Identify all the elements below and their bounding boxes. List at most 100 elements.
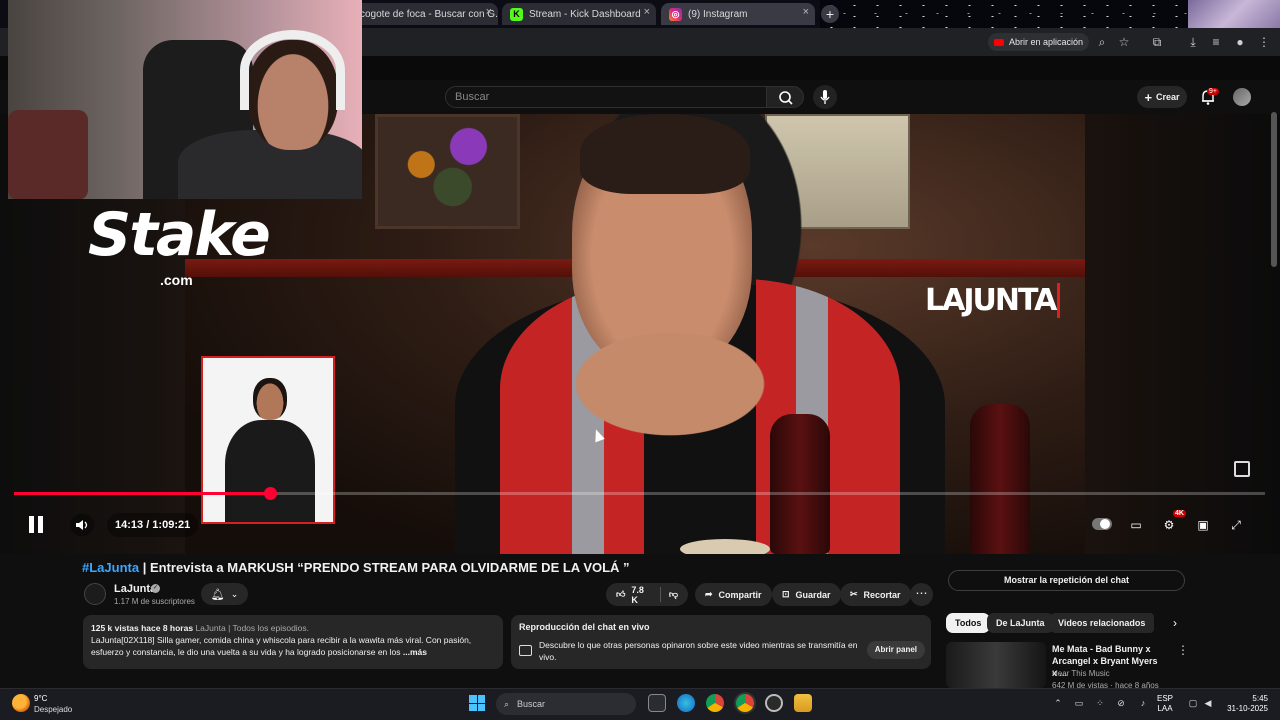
kick-icon: K xyxy=(510,7,523,21)
show-more-link[interactable]: ...más xyxy=(403,647,427,657)
input-language-indicator[interactable]: ESP LAA xyxy=(1157,694,1173,714)
browser-tab-instagram[interactable]: ◎ (9) Instagram × xyxy=(661,3,815,25)
weather-temperature[interactable]: 9°C xyxy=(34,694,47,703)
thumbs-down-icon[interactable]: 👎︎ xyxy=(669,589,678,600)
view-count-date: 125 k vistas hace 8 horas xyxy=(91,623,194,633)
search-input[interactable]: Buscar xyxy=(445,86,767,108)
close-icon[interactable]: × xyxy=(803,6,809,18)
display-icon[interactable]: ▢ xyxy=(1187,697,1199,709)
webcam-overlay xyxy=(8,0,362,199)
clock-time: 5:45 xyxy=(1252,694,1268,703)
like-dislike-group: 👍︎ 7.8 K 👎︎ xyxy=(606,583,688,606)
clip-button[interactable]: ✂ Recortar xyxy=(840,583,911,606)
save-label: Guardar xyxy=(795,589,831,600)
chat-replay-description: Descubre lo que otras personas opinaron … xyxy=(539,640,858,662)
video-person xyxy=(560,324,780,444)
pause-button[interactable] xyxy=(24,513,48,537)
channel-avatar[interactable] xyxy=(84,583,106,605)
share-button[interactable]: ➦ Compartir xyxy=(695,583,772,606)
pause-icon xyxy=(29,516,34,533)
menu-icon[interactable]: ⋮ xyxy=(1255,33,1273,51)
scissors-icon: ✂ xyxy=(850,589,858,599)
tray-app-icon[interactable]: ⊘ xyxy=(1115,697,1127,709)
extensions-icon[interactable]: ⧉ xyxy=(1148,33,1166,51)
edge-icon[interactable] xyxy=(677,694,695,712)
weather-description[interactable]: Despejado xyxy=(34,705,72,714)
chevron-right-icon[interactable]: › xyxy=(1166,614,1184,632)
bell-icon: 🔔︎ xyxy=(210,588,225,601)
tray-overflow-chevron-icon[interactable]: ⌃ xyxy=(1052,697,1064,709)
volume-icon[interactable]: ◀ xyxy=(1202,697,1214,709)
windows-logo-square xyxy=(477,695,485,703)
volume-button[interactable] xyxy=(70,514,94,536)
page-scrollbar[interactable] xyxy=(1271,112,1277,267)
pause-icon xyxy=(38,516,43,533)
description-hashtags[interactable]: LaJunta | Todos los episodios. xyxy=(195,623,309,633)
create-button[interactable]: + Crear xyxy=(1137,86,1187,108)
open-in-app-button[interactable]: Abrir en aplicación xyxy=(988,33,1090,51)
media-control-icon[interactable]: ≡ xyxy=(1207,33,1225,51)
video-background xyxy=(395,124,500,214)
profile-icon[interactable]: ● xyxy=(1231,33,1249,51)
chrome-profile-icon[interactable] xyxy=(736,694,754,712)
like-count[interactable]: 7.8 K xyxy=(631,585,648,605)
browser-tab-kick[interactable]: K Stream - Kick Dashboard × xyxy=(502,3,656,25)
chrome-icon[interactable] xyxy=(706,694,724,712)
related-video-menu-icon[interactable]: ⋮ xyxy=(1177,643,1189,657)
autoplay-toggle[interactable] xyxy=(1092,518,1112,530)
settings-gear-icon[interactable]: ⚙ xyxy=(1158,514,1180,536)
open-in-app-label: Abrir en aplicación xyxy=(1009,37,1084,47)
show-chat-replay-button[interactable]: Mostrar la repetición del chat xyxy=(948,570,1185,591)
chip-all[interactable]: Todos xyxy=(946,613,991,633)
stake-logo: Stake xyxy=(88,200,271,270)
new-tab-button[interactable]: + xyxy=(821,5,839,23)
bookmark-star-icon[interactable]: ☆ xyxy=(1115,33,1133,51)
tray-app-icon[interactable]: ▭ xyxy=(1073,697,1085,709)
voice-search-button[interactable] xyxy=(813,85,837,109)
chip-from-channel[interactable]: De LaJunta xyxy=(987,613,1054,633)
task-view-icon[interactable] xyxy=(648,694,666,712)
channel-watermark[interactable] xyxy=(1234,461,1250,477)
more-actions-button[interactable]: ⋯ xyxy=(910,583,933,606)
theater-mode-icon[interactable]: ▣ xyxy=(1192,514,1214,536)
search-button[interactable] xyxy=(766,86,804,108)
microphone-icon[interactable]: ♪ xyxy=(1137,697,1149,709)
tray-app-icon[interactable]: ⁘ xyxy=(1094,697,1106,709)
video-hashtag[interactable]: #LaJunta xyxy=(82,560,139,575)
save-button[interactable]: ⊡ Guardar xyxy=(772,583,841,606)
notification-bell-button[interactable]: 🔔︎ ⌄ xyxy=(201,583,248,605)
system-clock[interactable]: 5:45 31-10-2025 xyxy=(1224,694,1268,714)
windows-start-icon[interactable] xyxy=(469,695,485,711)
windows-taskbar xyxy=(0,688,1280,720)
video-bottle xyxy=(770,414,830,554)
related-video-channel[interactable]: Hear This Music xyxy=(1052,669,1110,678)
weather-icon[interactable] xyxy=(12,694,30,712)
chip-related[interactable]: Videos relacionados xyxy=(1049,613,1155,633)
plus-icon: + xyxy=(1144,89,1153,105)
quality-badge: 4K xyxy=(1173,510,1186,517)
chip-overflow[interactable] xyxy=(1146,613,1154,633)
open-panel-button[interactable]: Abrir panel xyxy=(866,641,925,659)
browser-tab-google[interactable]: cogote de foca - Buscar con G... × xyxy=(352,3,498,25)
close-icon[interactable]: × xyxy=(486,6,492,18)
lajunta-logo: LAJUNTA xyxy=(925,283,1061,318)
account-avatar[interactable] xyxy=(1233,88,1251,106)
close-icon[interactable]: × xyxy=(644,6,650,18)
channel-name[interactable]: LaJunta xyxy=(114,583,156,595)
thumbs-up-icon[interactable]: 👍︎ xyxy=(616,589,625,600)
related-video-thumbnail[interactable] xyxy=(946,642,1046,688)
search-icon xyxy=(779,91,793,105)
taskbar-search[interactable]: ⌕ Buscar xyxy=(496,693,636,715)
fullscreen-icon[interactable]: ⤢ xyxy=(1225,514,1247,536)
windows-logo-square xyxy=(477,703,485,711)
create-label: Crear xyxy=(1156,92,1180,102)
obs-icon[interactable] xyxy=(765,694,783,712)
download-icon[interactable]: ⤓ xyxy=(1184,33,1202,51)
youtube-icon xyxy=(994,38,1004,46)
zoom-icon[interactable]: ⌕ xyxy=(1093,33,1111,51)
subtitles-icon[interactable]: ▭ xyxy=(1125,514,1147,536)
video-description[interactable]: 125 k vistas hace 8 horas LaJunta | Todo… xyxy=(83,615,503,669)
file-explorer-icon[interactable] xyxy=(794,694,812,712)
tab-label: Stream - Kick Dashboard xyxy=(529,8,641,20)
language-primary: ESP xyxy=(1157,694,1174,703)
